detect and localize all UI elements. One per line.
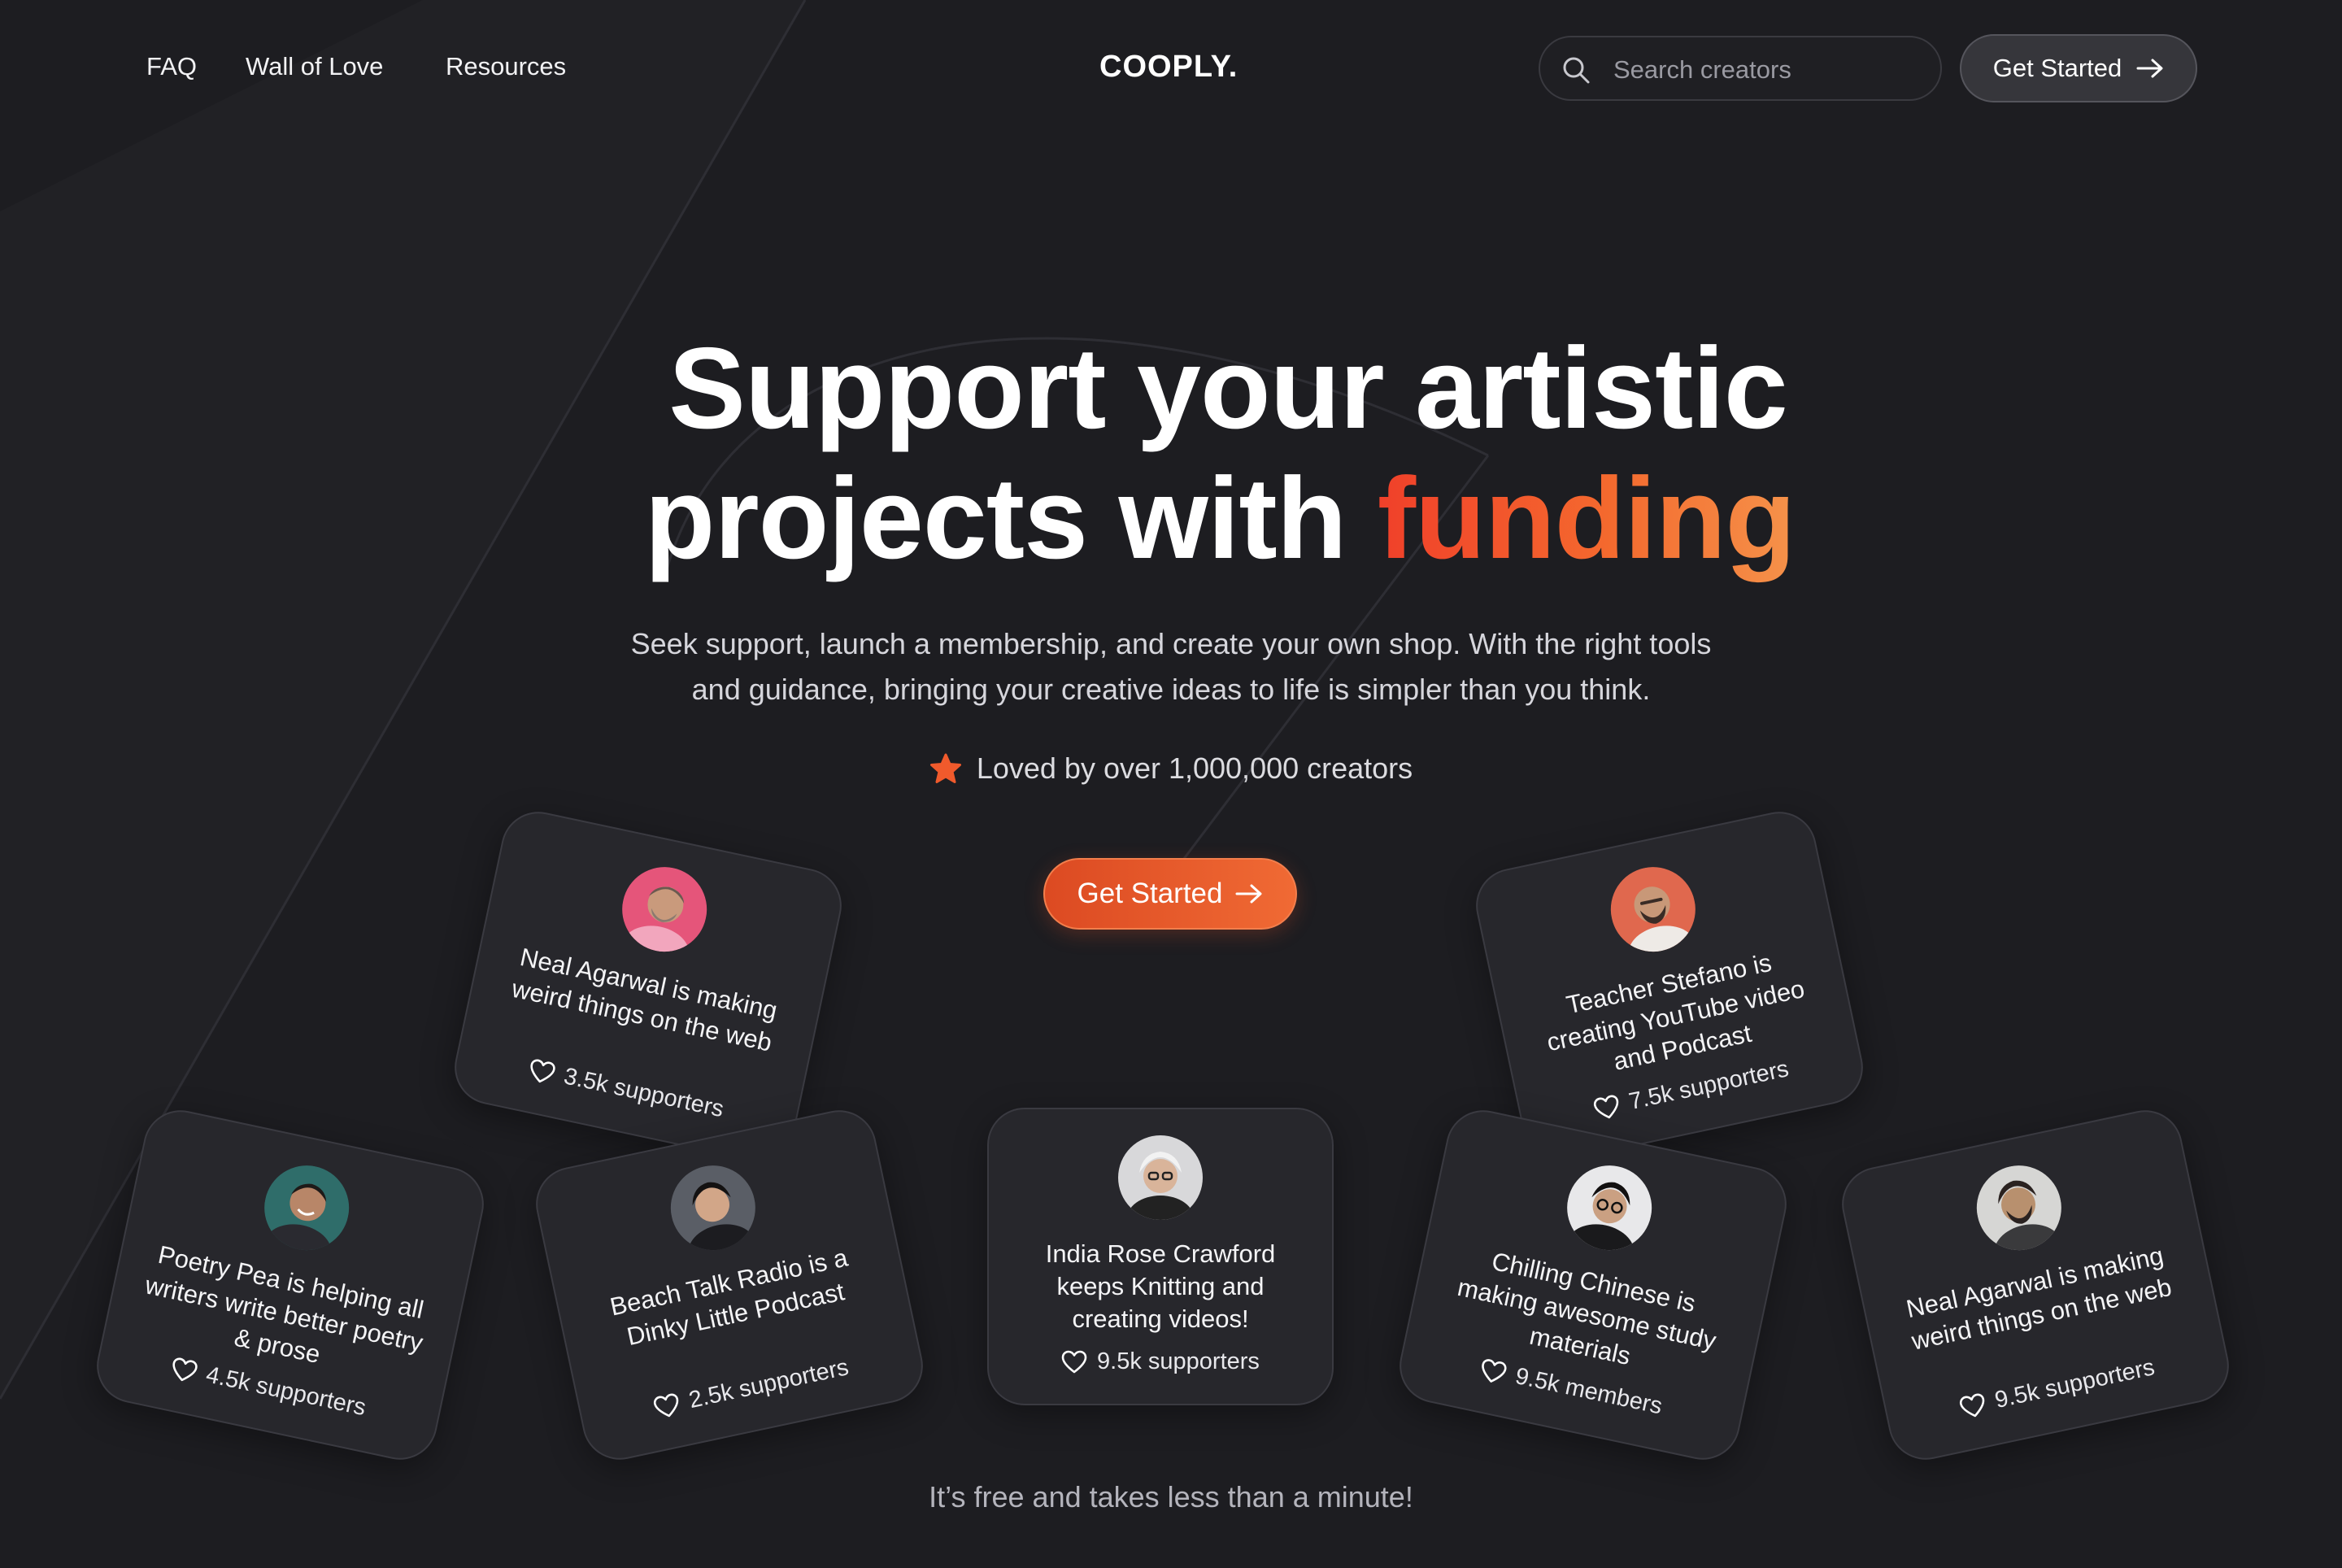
avatar-young-man-icon: [663, 1157, 764, 1258]
heart-icon: [653, 1393, 679, 1417]
get-started-nav-button[interactable]: Get Started: [1960, 34, 2197, 102]
logo[interactable]: COOPLY.: [1099, 47, 1238, 86]
supporters-count: 2.5k supporters: [581, 1339, 922, 1437]
creator-card[interactable]: Teacher Stefano is creating YouTube vide…: [1469, 804, 1870, 1169]
avatar-pink-shirt-icon: [614, 859, 715, 960]
nav-link-faq[interactable]: FAQ: [146, 50, 197, 83]
creator-card[interactable]: India Rose Crawford keeps Knitting and c…: [987, 1108, 1334, 1405]
creator-card[interactable]: Chilling Chinese is making awesome study…: [1392, 1103, 1794, 1467]
get-started-hero-button[interactable]: Get Started: [1043, 858, 1297, 930]
arrow-right-icon: [1235, 884, 1262, 904]
hero-headline-line1: Support your artistic: [668, 324, 1788, 453]
hero-headline-plain: projects with: [644, 454, 1378, 583]
search-input[interactable]: [1612, 49, 1924, 91]
heart-icon: [1482, 1358, 1507, 1383]
social-proof-text: Loved by over 1,000,000 creators: [976, 751, 1413, 785]
nav-link-wall-of-love[interactable]: Wall of Love: [246, 50, 383, 83]
supporters-text: 9.5k supporters: [1992, 1354, 2157, 1414]
hero-headline-line2: projects with funding: [49, 454, 2342, 584]
supporters-text: 2.5k supporters: [686, 1354, 851, 1414]
nav-link-resources[interactable]: Resources: [446, 50, 566, 83]
search-box[interactable]: [1539, 36, 1942, 101]
creator-card[interactable]: Neal Agarwal is making weird things on t…: [1835, 1103, 2236, 1467]
heart-icon: [1593, 1095, 1619, 1118]
creator-card[interactable]: Beach Talk Radio is a Dinky Little Podca…: [529, 1103, 930, 1467]
heart-icon: [1959, 1393, 1985, 1417]
supporters-count: 9.5k supporters: [989, 1348, 1332, 1375]
hero-subtitle: Seek support, launch a membership, and c…: [520, 621, 1822, 712]
get-started-nav-label: Get Started: [1992, 54, 2122, 82]
heart-icon: [530, 1059, 555, 1082]
avatar-smiling-man-icon: [256, 1157, 357, 1258]
creator-card-title: Beach Talk Radio is a Dinky Little Podca…: [607, 1243, 851, 1352]
get-started-hero-label: Get Started: [1077, 878, 1223, 909]
supporters-count: 3.5k supporters: [455, 1041, 797, 1139]
signup-footnote: It’s free and takes less than a minute!: [929, 1480, 1413, 1514]
search-icon: [1563, 57, 1590, 84]
creator-card-title: Neal Agarwal is making weird things on t…: [1904, 1240, 2174, 1356]
avatar-white-hair-icon: [1118, 1135, 1203, 1220]
heart-icon: [172, 1357, 198, 1381]
creator-card[interactable]: Poetry Pea is helping all writers write …: [89, 1103, 491, 1467]
creator-card[interactable]: Neal Agarwal is making weird things on t…: [447, 804, 849, 1169]
hero-subtitle-line1: Seek support, launch a membership, and c…: [630, 627, 1712, 660]
creator-card-title: India Rose Crawford keeps Knitting and c…: [1045, 1239, 1276, 1333]
heart-icon: [1061, 1350, 1087, 1373]
hero-headline-accent: funding: [1377, 454, 1796, 583]
arrow-right-icon: [2136, 59, 2163, 78]
supporters-text: 3.5k supporters: [561, 1063, 726, 1123]
supporters-count: 9.5k supporters: [1887, 1339, 2228, 1437]
avatar-bearded-man-icon: [1969, 1157, 2070, 1258]
social-proof: Loved by over 1,000,000 creators: [0, 751, 2342, 786]
avatar-bald-man-icon: [1603, 859, 1704, 960]
supporters-text: 9.5k supporters: [1097, 1348, 1260, 1374]
star-icon: [929, 753, 961, 783]
hero-subtitle-line2: and guidance, bringing your creative ide…: [691, 673, 1651, 706]
creator-card-title: Neal Agarwal is making weird things on t…: [509, 942, 780, 1057]
avatar-glasses-icon: [1559, 1157, 1660, 1258]
